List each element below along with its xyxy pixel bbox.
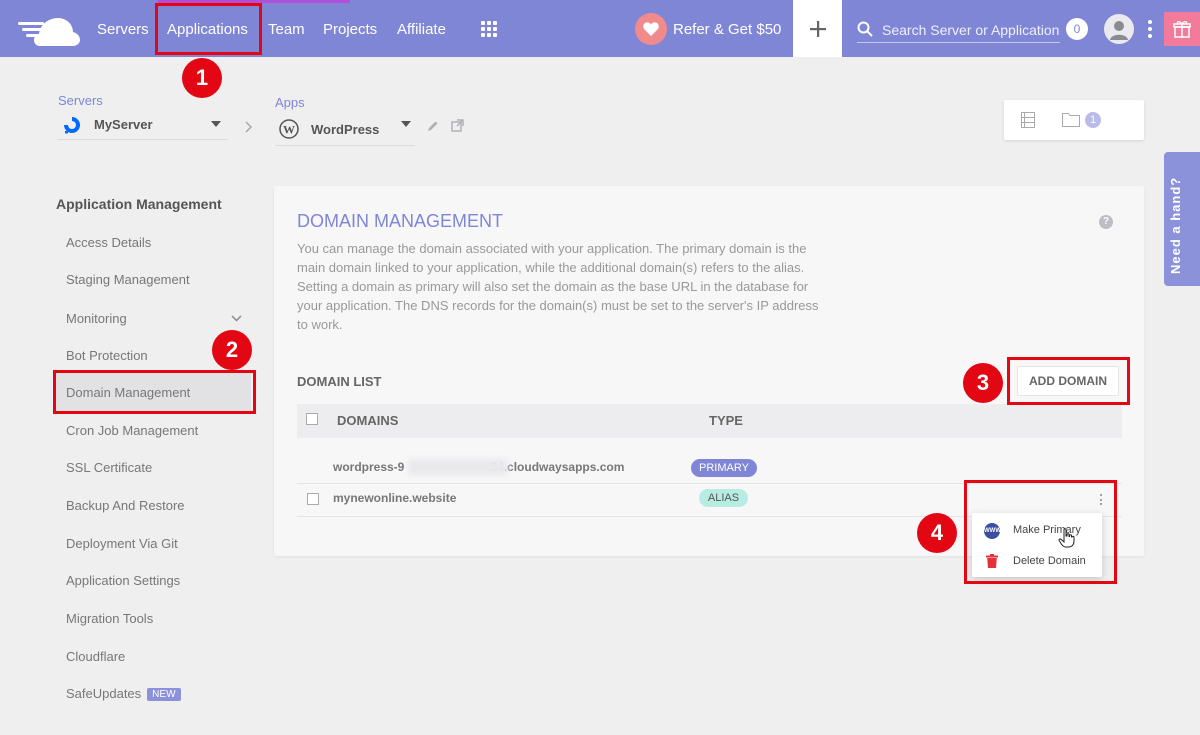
sidebar-item-backup-and-restore[interactable]: Backup And Restore: [66, 498, 185, 513]
server-name: MyServer: [94, 117, 153, 132]
folder-icon[interactable]: [1062, 112, 1080, 127]
highlight-box-domain-management: [53, 370, 256, 414]
external-link-icon[interactable]: [451, 119, 464, 132]
step-badge-1: 1: [182, 58, 222, 98]
chevron-down-icon: [401, 121, 411, 127]
sidebar-item-application-settings[interactable]: Application Settings: [66, 573, 180, 588]
sidebar-item-migration-tools[interactable]: Migration Tools: [66, 611, 153, 626]
plus-icon: [809, 20, 826, 37]
column-header-domains: DOMAINS: [337, 413, 399, 428]
chevron-down-icon[interactable]: [231, 315, 242, 322]
wordpress-icon: W: [279, 119, 299, 139]
gift-icon[interactable]: [1164, 12, 1200, 46]
column-header-type: TYPE: [709, 413, 743, 428]
apps-grid-icon[interactable]: [481, 21, 497, 37]
server-selector[interactable]: MyServer: [58, 112, 228, 140]
sidebar-item-access-details[interactable]: Access Details: [66, 235, 151, 250]
sidebar-item-cron-job-management[interactable]: Cron Job Management: [66, 423, 198, 438]
search-box[interactable]: [857, 17, 1060, 43]
need-a-hand-tab[interactable]: Need a hand?: [1164, 152, 1200, 286]
app-selector[interactable]: W WordPress: [275, 116, 415, 146]
search-icon: [857, 21, 873, 37]
search-input[interactable]: [882, 19, 1060, 41]
apps-label: Apps: [275, 95, 305, 110]
highlight-box-add-domain: [1007, 357, 1130, 405]
sidebar-item-bot-protection[interactable]: Bot Protection: [66, 348, 148, 363]
sidebar-item-ssl-certificate[interactable]: SSL Certificate: [66, 460, 152, 475]
row-checkbox[interactable]: [307, 493, 319, 505]
cloudways-logo[interactable]: [18, 12, 80, 46]
step-badge-3: 3: [963, 363, 1003, 403]
sidebar-title: Application Management: [56, 196, 222, 212]
edit-icon[interactable]: [427, 120, 439, 132]
avatar[interactable]: [1104, 14, 1134, 44]
table-row-domain: mynewonline.website: [333, 491, 457, 505]
refer-link[interactable]: Refer & Get $50: [673, 21, 781, 38]
alias-badge: ALIAS: [699, 489, 748, 507]
chevron-right-icon: [245, 121, 253, 133]
sidebar-item-cloudflare[interactable]: Cloudflare: [66, 649, 125, 664]
nav-affiliate[interactable]: Affiliate: [397, 21, 446, 38]
sidebar-item-label: SafeUpdates: [66, 686, 142, 701]
view-toggle: [1004, 100, 1144, 140]
step-badge-4: 4: [917, 513, 957, 553]
step-badge-2: 2: [212, 330, 252, 370]
nav-projects[interactable]: Projects: [323, 21, 377, 38]
primary-badge: PRIMARY: [691, 459, 757, 477]
highlight-box-applications: [155, 3, 262, 55]
nav-team[interactable]: Team: [268, 21, 305, 38]
add-new-button[interactable]: [793, 0, 842, 57]
domain-list-title: DOMAIN LIST: [297, 374, 382, 389]
notification-count-badge[interactable]: 0: [1066, 18, 1088, 40]
sidebar-item-monitoring[interactable]: Monitoring: [66, 311, 127, 326]
help-icon[interactable]: ?: [1099, 215, 1113, 229]
new-badge: NEW: [147, 688, 181, 701]
highlight-box-row-menu: [964, 480, 1117, 584]
digitalocean-icon: [64, 117, 80, 134]
chevron-down-icon: [211, 121, 221, 127]
app-name: WordPress: [311, 122, 380, 137]
list-view-icon[interactable]: [1021, 112, 1035, 128]
servers-label: Servers: [58, 93, 103, 108]
page-title: DOMAIN MANAGEMENT: [297, 211, 504, 231]
heart-icon[interactable]: [635, 13, 667, 45]
svg-text:W: W: [283, 123, 295, 137]
folder-count-badge: 1: [1085, 112, 1101, 128]
more-menu-icon[interactable]: [1148, 20, 1152, 38]
sidebar-item-deployment-via-git[interactable]: Deployment Via Git: [66, 536, 178, 551]
domain-description: You can manage the domain associated wit…: [297, 241, 819, 332]
sidebar-item-staging-management[interactable]: Staging Management: [66, 272, 190, 287]
nav-servers[interactable]: Servers: [97, 21, 149, 38]
sidebar-item-safeupdates[interactable]: SafeUpdates NEW: [66, 686, 181, 701]
redacted-blur: [408, 459, 508, 475]
select-all-checkbox[interactable]: [306, 413, 318, 425]
